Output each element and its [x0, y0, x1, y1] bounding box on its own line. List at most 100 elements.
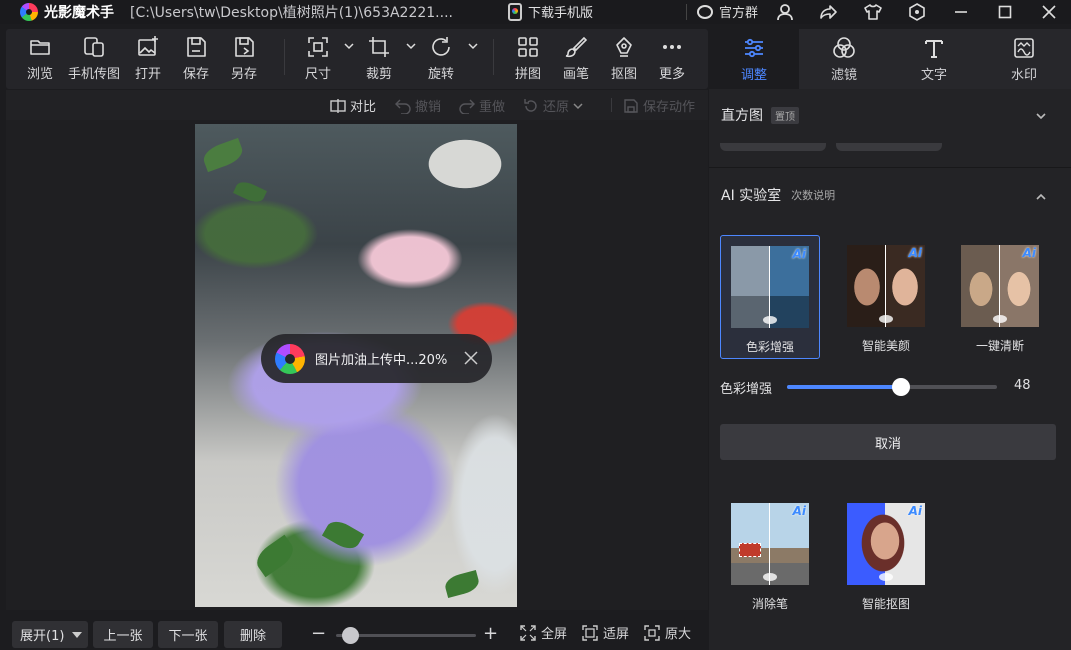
tab-text[interactable]: 文字 [889, 29, 979, 89]
crop-button[interactable]: 裁剪 [357, 35, 401, 85]
phone-transfer-button[interactable]: 手机传图 [68, 35, 120, 85]
folder-icon [30, 40, 50, 55]
skin-button[interactable] [851, 0, 895, 24]
color-enhance-slider-thumb[interactable] [892, 378, 911, 396]
tshirt-icon [864, 4, 882, 20]
adjust-panel: 直方图 置顶 AI 实验室 次数说明 Ai 色彩增强 Ai 智能美颜 Ai 一键… [709, 89, 1071, 650]
chevron-up-icon[interactable] [1035, 191, 1047, 203]
brush-button[interactable]: 画笔 [554, 35, 598, 85]
photo-leaf [442, 569, 482, 599]
fullscreen-button[interactable]: 全屏 [520, 623, 567, 642]
size-dropdown-caret-icon[interactable] [344, 41, 354, 51]
restore-dropdown-caret-icon[interactable] [573, 101, 583, 111]
tab-adjust[interactable]: 调整 [709, 29, 799, 89]
fit-screen-button[interactable]: 适屏 [582, 623, 629, 642]
compare-icon [330, 98, 346, 113]
save-action-button[interactable]: 保存动作 [623, 96, 695, 115]
compare-button[interactable]: 对比 [330, 96, 376, 115]
restore-label: 还原 [543, 100, 570, 115]
save-as-button[interactable]: 另存 [222, 35, 266, 85]
next-image-button[interactable]: 下一张 [158, 621, 218, 648]
eye-icon [763, 573, 777, 581]
phone-icon [508, 2, 522, 21]
text-icon [925, 39, 943, 58]
tab-filter[interactable]: 滤镜 [799, 29, 889, 89]
fullscreen-label: 全屏 [541, 627, 568, 642]
close-button[interactable] [1027, 0, 1071, 24]
zoom-in-button[interactable]: + [483, 623, 498, 644]
more-button[interactable]: 更多 [650, 35, 694, 85]
official-group-label: 官方群 [719, 6, 759, 21]
ai-card-smart-cutout[interactable]: Ai 智能抠图 [836, 493, 936, 617]
original-size-button[interactable]: 原大 [644, 623, 691, 642]
ai-card-eraser[interactable]: Ai 消除笔 [720, 493, 820, 617]
cutout-button[interactable]: 抠图 [602, 35, 646, 85]
ai-card-one-click-clear[interactable]: Ai 一键清断 [950, 235, 1050, 359]
close-icon[interactable] [464, 351, 478, 365]
bottom-bar: 展开(1) 上一张 下一张 删除 − + 全屏 适屏 原大 [6, 615, 708, 650]
open-image-icon [138, 36, 158, 56]
histogram-header[interactable]: 直方图 置顶 [721, 105, 799, 125]
section-divider [709, 167, 1071, 168]
undo-button[interactable]: 撤销 [395, 96, 441, 115]
delete-button[interactable]: 删除 [224, 621, 282, 648]
prev-image-button[interactable]: 上一张 [93, 621, 153, 648]
user-button[interactable] [763, 0, 807, 24]
one-click-clear-thumbnail: Ai [961, 245, 1039, 327]
rotate-dropdown-caret-icon[interactable] [468, 41, 478, 51]
ai-card-color-enhance[interactable]: Ai 色彩增强 [720, 235, 820, 359]
ai-card-smart-beauty[interactable]: Ai 智能美颜 [836, 235, 936, 359]
maximize-button[interactable] [983, 0, 1027, 24]
smart-cutout-thumbnail: Ai [847, 503, 925, 585]
tab-text-label: 文字 [920, 67, 947, 83]
save-as-label: 另存 [230, 67, 257, 82]
size-button[interactable]: 尺寸 [296, 35, 340, 85]
chevron-down-icon[interactable] [1035, 110, 1047, 122]
rotate-icon [432, 37, 450, 56]
resize-icon [308, 37, 328, 57]
toolbar-divider [284, 39, 285, 75]
ai-badge: Ai [792, 247, 806, 261]
rotate-button[interactable]: 旋转 [419, 35, 463, 85]
open-label: 打开 [134, 67, 161, 82]
download-mobile-button[interactable]: 下载手机版 [508, 2, 593, 21]
save-action-label: 保存动作 [643, 100, 696, 115]
tab-watermark[interactable]: 水印 [979, 29, 1069, 89]
save-as-icon [235, 37, 254, 57]
collage-button[interactable]: 拼图 [506, 35, 550, 85]
ai-lab-header[interactable]: AI 实验室 次数说明 [721, 185, 835, 205]
ai-card-label: 智能美颜 [861, 339, 910, 353]
photo-leaf [200, 137, 246, 173]
grid-icon [518, 37, 538, 57]
zoom-out-button[interactable]: − [311, 623, 326, 644]
watermark-icon [1014, 37, 1034, 58]
settings-button[interactable] [895, 0, 939, 24]
save-button[interactable]: 保存 [174, 35, 218, 85]
open-button[interactable]: 打开 [126, 35, 170, 85]
share-button[interactable] [807, 0, 851, 24]
rotate-label: 旋转 [427, 67, 454, 82]
prev-label: 上一张 [103, 629, 143, 644]
restore-button[interactable]: 还原 [523, 96, 587, 115]
expand-dropdown[interactable]: 展开(1) [12, 621, 88, 648]
photo-leaf [321, 516, 365, 554]
app-logo-icon [275, 343, 305, 374]
pin-top-tag[interactable]: 置顶 [771, 106, 799, 124]
upload-progress-text: 图片加油上传中...20% [315, 353, 448, 368]
zoom-slider-thumb[interactable] [342, 627, 359, 644]
eye-icon [993, 315, 1007, 323]
brush-icon [565, 36, 588, 58]
redo-button[interactable]: 重做 [459, 96, 505, 115]
original-size-icon [644, 624, 660, 641]
usage-info-link[interactable]: 次数说明 [791, 187, 835, 203]
collapsed-button-stub [720, 143, 826, 151]
crop-dropdown-caret-icon[interactable] [406, 41, 416, 51]
subbar-divider [611, 98, 612, 112]
cancel-button[interactable]: 取消 [720, 424, 1056, 460]
browse-label: 浏览 [26, 67, 53, 82]
color-enhance-slider-fill [787, 385, 898, 389]
browse-button[interactable]: 浏览 [18, 35, 62, 85]
official-group-button[interactable]: 官方群 [697, 2, 758, 21]
file-path: [C:\Users\tw\Desktop\植树照片(1)\653A2221...… [130, 5, 453, 21]
minimize-button[interactable] [939, 0, 983, 24]
